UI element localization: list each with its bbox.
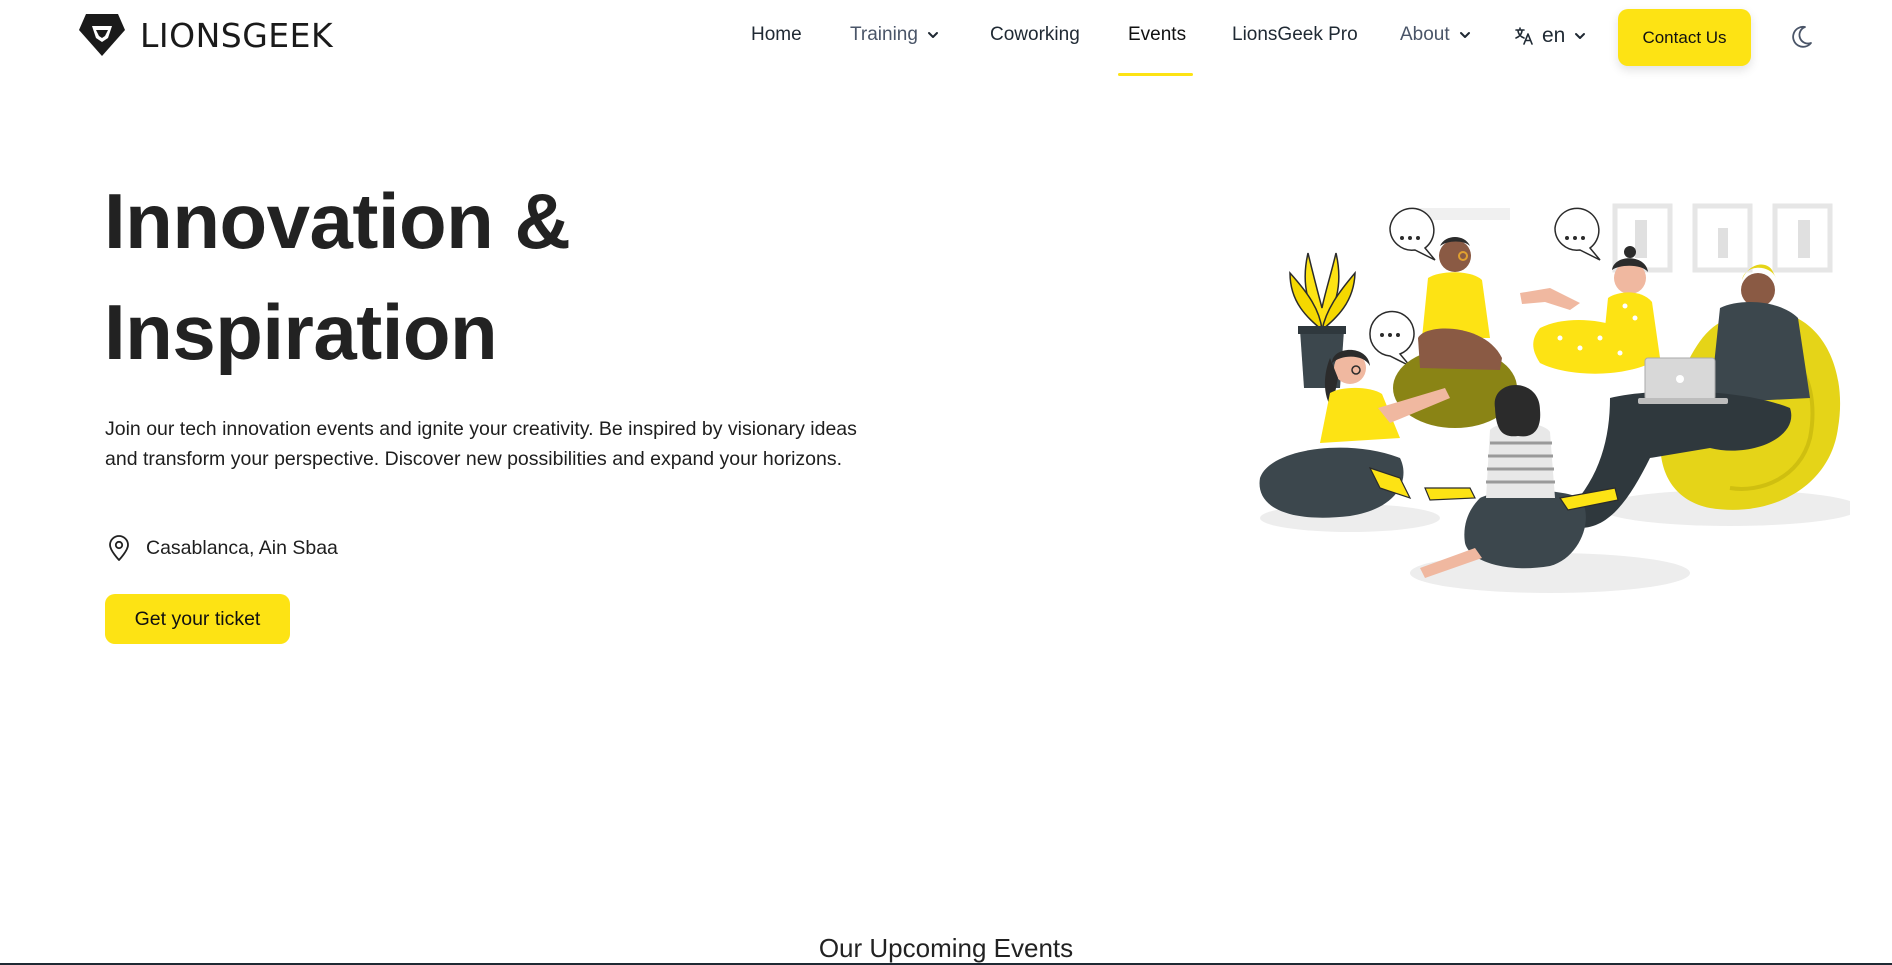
main-nav: Home Training Coworking Events LionsGeek…: [0, 0, 1892, 76]
hero-title-line-2: Inspiration: [104, 288, 498, 376]
language-label: en: [1542, 24, 1566, 47]
active-nav-indicator: [1118, 73, 1193, 76]
chevron-down-icon: [927, 32, 938, 38]
get-ticket-button[interactable]: Get your ticket: [105, 594, 290, 644]
upcoming-events-heading: Our Upcoming Events: [818, 933, 1074, 963]
nav-about-label: About: [1400, 24, 1450, 45]
location-label: Casablanca, Ain Sbaa: [146, 536, 338, 559]
contact-us-button[interactable]: Contact Us: [1618, 9, 1751, 66]
nav-lionsgeek-pro[interactable]: LionsGeek Pro: [1232, 24, 1358, 46]
translate-icon: [1515, 27, 1533, 45]
people-meeting-illustration: [1259, 203, 1850, 593]
nav-home[interactable]: Home: [751, 24, 802, 46]
map-pin-icon: [109, 535, 129, 561]
chevron-down-icon: [1575, 33, 1586, 39]
hero-title: Innovation & Inspiration: [104, 166, 571, 388]
nav-training-label: Training: [850, 24, 918, 45]
nav-training[interactable]: Training: [850, 24, 940, 46]
language-selector[interactable]: en: [1514, 24, 1587, 48]
hero-description: Join our tech innovation events and igni…: [105, 418, 857, 470]
top-navbar: LIONSGEEK Home Training Coworking Events…: [0, 0, 1892, 76]
nav-events[interactable]: Events: [1128, 24, 1186, 46]
hero-title-line-1: Innovation &: [104, 177, 571, 265]
nav-about[interactable]: About: [1400, 24, 1472, 46]
event-location: Casablanca, Ain Sbaa: [106, 534, 338, 562]
moon-icon[interactable]: [1788, 24, 1814, 50]
chevron-down-icon: [1459, 32, 1470, 38]
nav-coworking[interactable]: Coworking: [990, 24, 1080, 46]
